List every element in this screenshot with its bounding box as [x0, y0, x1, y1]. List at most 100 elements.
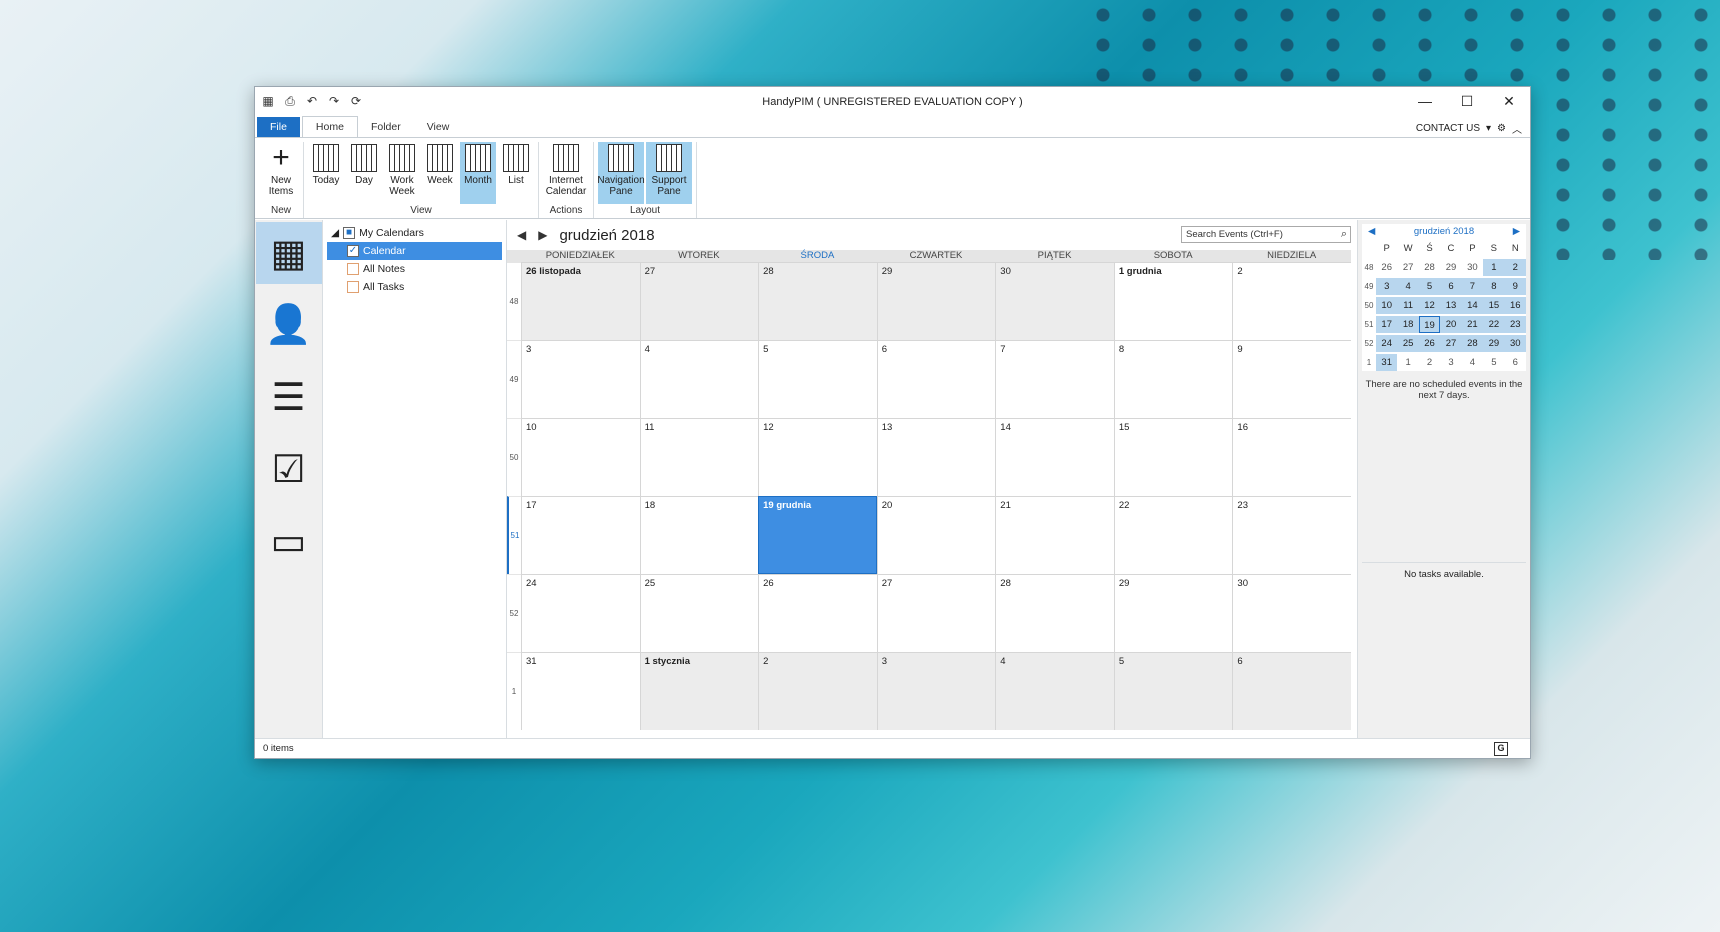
mini-day[interactable]: 29 [1483, 335, 1505, 352]
day-cell[interactable]: 2 [758, 652, 877, 730]
day-cell[interactable]: 21 [995, 496, 1114, 574]
mini-day[interactable]: 8 [1483, 278, 1505, 295]
day-cell[interactable]: 24 [521, 574, 640, 652]
day-cell[interactable]: 30 [995, 262, 1114, 340]
mini-day[interactable]: 30 [1504, 335, 1526, 352]
mini-day[interactable]: 4 [1461, 354, 1484, 371]
mini-day[interactable]: 6 [1440, 278, 1462, 295]
mini-day[interactable]: 18 [1397, 316, 1419, 333]
mini-day[interactable]: 28 [1418, 259, 1441, 276]
close-button[interactable]: ✕ [1488, 87, 1530, 115]
day-cell[interactable]: 28 [995, 574, 1114, 652]
mini-day[interactable]: 22 [1483, 316, 1505, 333]
mini-day[interactable]: 26 [1418, 335, 1441, 352]
day-cell[interactable]: 11 [639, 418, 759, 496]
folder-my-calendars[interactable]: ◢ ■ My Calendars [327, 224, 502, 242]
list-button[interactable]: List [498, 142, 534, 204]
day-cell[interactable]: 2 [1232, 262, 1351, 340]
week-number[interactable]: 51 [507, 496, 521, 574]
folder-calendar[interactable]: ✓ Calendar [327, 242, 502, 260]
day-cell[interactable]: 28 [758, 262, 877, 340]
mini-day[interactable]: 19 [1418, 316, 1441, 333]
mini-day[interactable]: 27 [1440, 335, 1462, 352]
new-items-button[interactable]: + New Items [263, 142, 299, 204]
mini-day[interactable]: 13 [1440, 297, 1462, 314]
day-cell[interactable]: 19 grudnia [758, 496, 877, 574]
day-cell[interactable]: 26 listopada [521, 262, 640, 340]
today-button[interactable]: Today [308, 142, 344, 204]
mini-day[interactable]: 14 [1461, 297, 1484, 314]
mini-day[interactable]: 26 [1376, 259, 1398, 276]
checkbox-my-calendars[interactable]: ■ [343, 227, 356, 239]
mini-day[interactable]: 27 [1397, 259, 1419, 276]
tab-folder[interactable]: Folder [358, 117, 414, 137]
day-cell[interactable]: 12 [758, 418, 877, 496]
internet-calendar-button[interactable]: Internet Calendar [543, 142, 589, 204]
day-cell[interactable]: 17 [521, 496, 640, 574]
mini-day[interactable]: 17 [1376, 316, 1398, 333]
week-number[interactable]: 50 [507, 418, 521, 496]
mini-day[interactable]: 1 [1483, 259, 1505, 276]
notes-nav-icon[interactable]: ☰ [256, 366, 322, 428]
day-cell[interactable]: 29 [876, 262, 996, 340]
mini-day[interactable]: 15 [1483, 297, 1505, 314]
folder-all-notes[interactable]: All Notes [327, 260, 502, 278]
mini-day[interactable]: 30 [1461, 259, 1484, 276]
mini-day[interactable]: 24 [1376, 335, 1398, 352]
week-button[interactable]: Week [422, 142, 458, 204]
day-cell[interactable]: 27 [876, 574, 996, 652]
search-icon[interactable]: ⌕ [1341, 227, 1347, 242]
week-number[interactable]: 49 [507, 340, 521, 418]
checkbox-all-notes[interactable] [347, 263, 359, 275]
week-number[interactable]: 48 [507, 262, 521, 340]
folders-nav-icon[interactable]: ▭ [256, 510, 322, 572]
month-button[interactable]: Month [460, 142, 496, 204]
chevron-down-icon[interactable]: ▾ [1486, 123, 1491, 134]
mini-day[interactable]: 11 [1397, 297, 1419, 314]
day-cell[interactable]: 29 [1113, 574, 1233, 652]
mini-day[interactable]: 2 [1418, 354, 1441, 371]
mini-day[interactable]: 25 [1397, 335, 1419, 352]
collapse-ribbon-icon[interactable]: ︿ [1512, 121, 1522, 136]
collapse-triangle-icon[interactable]: ◢ [331, 224, 339, 242]
day-cell[interactable]: 9 [1232, 340, 1351, 418]
mini-day[interactable]: 5 [1418, 278, 1441, 295]
day-cell[interactable]: 25 [639, 574, 759, 652]
day-cell[interactable]: 26 [758, 574, 877, 652]
day-cell[interactable]: 5 [758, 340, 877, 418]
mini-day[interactable]: 10 [1376, 297, 1398, 314]
week-number[interactable]: 52 [507, 574, 521, 652]
day-cell[interactable]: 27 [639, 262, 759, 340]
support-pane-button[interactable]: Support Pane [646, 142, 692, 204]
day-cell[interactable]: 20 [876, 496, 996, 574]
mini-day[interactable]: 12 [1418, 297, 1441, 314]
grammarly-icon[interactable]: G [1494, 742, 1508, 756]
mini-day[interactable]: 9 [1504, 278, 1526, 295]
mini-day[interactable]: 16 [1504, 297, 1526, 314]
day-cell[interactable]: 14 [995, 418, 1114, 496]
maximize-button[interactable]: ☐ [1446, 87, 1488, 115]
folder-all-tasks[interactable]: All Tasks [327, 278, 502, 296]
mini-next-icon[interactable]: ▶ [1513, 226, 1520, 238]
day-cell[interactable]: 15 [1113, 418, 1233, 496]
mini-month-title[interactable]: grudzień 2018 [1414, 226, 1474, 238]
gear-icon[interactable]: ⚙ [1497, 123, 1506, 134]
next-month-icon[interactable]: ▶ [538, 228, 547, 242]
mini-day[interactable]: 20 [1440, 316, 1462, 333]
prev-month-icon[interactable]: ◀ [517, 228, 526, 242]
mini-day[interactable]: 5 [1483, 354, 1505, 371]
checkbox-calendar[interactable]: ✓ [347, 245, 359, 257]
tasks-nav-icon[interactable]: ☑ [256, 438, 322, 500]
mini-day[interactable]: 3 [1376, 278, 1398, 295]
day-cell[interactable]: 8 [1113, 340, 1233, 418]
day-cell[interactable]: 23 [1232, 496, 1351, 574]
day-cell[interactable]: 6 [1232, 652, 1351, 730]
mini-day[interactable]: 6 [1504, 354, 1526, 371]
checkbox-all-tasks[interactable] [347, 281, 359, 293]
search-input[interactable]: Search Events (Ctrl+F) ⌕ [1181, 226, 1351, 243]
tab-view[interactable]: View [414, 117, 463, 137]
mini-prev-icon[interactable]: ◀ [1368, 226, 1375, 238]
mini-day[interactable]: 2 [1504, 259, 1526, 276]
day-cell[interactable]: 4 [995, 652, 1114, 730]
mini-day[interactable]: 3 [1440, 354, 1462, 371]
